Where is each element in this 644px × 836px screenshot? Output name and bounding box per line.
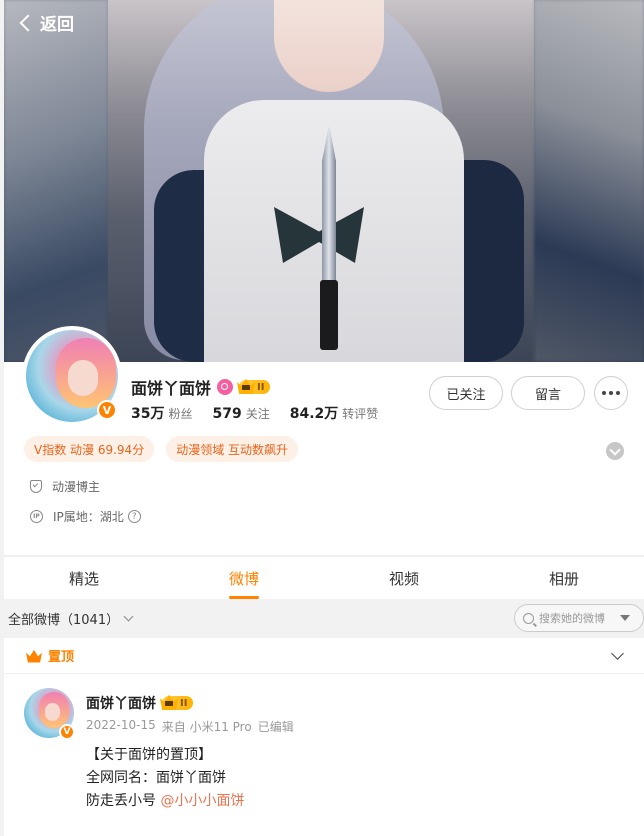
filter-row: 全部微博（1041） [0, 599, 644, 637]
vip-level: II [257, 381, 265, 393]
domain-tag[interactable]: 动漫领域 互动数飙升 [166, 436, 299, 462]
chevron-left-icon [19, 14, 37, 31]
post-body: 【关于面饼的置顶】 全网同名：面饼丫面饼 防走丢小号 @小小小面饼 [86, 744, 244, 813]
expand-profile-icon[interactable] [606, 442, 624, 460]
crown-icon [160, 694, 178, 710]
pinned-post: 置顶 V 面饼丫面饼 II 2022-10-15 来自 小米11 Pro 已编辑… [4, 638, 644, 836]
post-author-row: 面饼丫面饼 II [86, 693, 194, 713]
profile-tabs: 精选 微博 视频 相册 [4, 556, 644, 599]
vip-badge[interactable]: II [237, 378, 271, 394]
pin-crown-icon [26, 649, 42, 663]
ip-icon: IP [30, 510, 43, 523]
post-line: 【关于面饼的置顶】 [86, 747, 212, 763]
back-button[interactable]: 返回 [18, 10, 74, 35]
tab-featured[interactable]: 精选 [4, 557, 164, 599]
post-line-with-mention: 防走丢小号 @小小小面饼 [86, 790, 244, 813]
pinned-label: 置顶 [48, 650, 75, 665]
back-label: 返回 [40, 15, 74, 35]
cover-banner [4, 0, 644, 362]
post-source: 来自 小米11 Pro [161, 720, 252, 734]
post-edited: 已编辑 [257, 720, 294, 734]
profile-name: 面饼丫面饼 [131, 379, 212, 398]
following-label[interactable]: 关注 [246, 405, 270, 422]
fan-badge-icon[interactable] [217, 379, 234, 395]
post-author-name[interactable]: 面饼丫面饼 [86, 693, 156, 713]
chevron-down-icon [123, 611, 134, 621]
post-vip-badge[interactable]: II [160, 694, 194, 710]
crown-icon [237, 378, 256, 394]
tab-album[interactable]: 相册 [484, 557, 644, 599]
tag-row: V指数 动漫 69.94分 动漫领域 互动数飙升 [24, 436, 299, 462]
more-dots-icon [602, 391, 620, 395]
message-button[interactable]: 留言 [511, 376, 585, 410]
shield-icon [30, 480, 42, 493]
post-date[interactable]: 2022-10-15 [86, 718, 156, 735]
all-posts-label: 全部微博（1041） [8, 612, 120, 628]
cover-image-right [534, 0, 644, 362]
interactions-label: 转评赞 [342, 407, 379, 421]
role-label: 动漫博主 [52, 480, 101, 494]
profile-name-row: 面饼丫面饼 II [131, 375, 271, 399]
v-index-tag[interactable]: V指数 动漫 69.94分 [24, 436, 155, 462]
cover-image-left [4, 0, 108, 362]
post-search-input[interactable] [539, 611, 615, 625]
ip-line: IP IP属地：湖北 ? [30, 508, 141, 525]
following-count[interactable]: 579 [213, 406, 242, 422]
role-line: 动漫博主 [30, 478, 100, 495]
verified-badge-icon: V [97, 400, 117, 420]
post-menu-chevron-icon[interactable] [611, 647, 624, 660]
ip-label: IP属地：湖北 [53, 510, 124, 524]
post-vip-level: II [180, 697, 188, 709]
profile-stats: 35万 粉丝 579 关注 84.2万 转评赞 [131, 403, 378, 423]
cover-image-center [108, 0, 534, 362]
pinned-label-group: 置顶 [26, 646, 74, 665]
post-line: 全网同名：面饼丫面饼 [86, 770, 226, 786]
post-verified-badge-icon: V [59, 724, 75, 740]
help-icon[interactable]: ? [127, 510, 141, 523]
tab-video[interactable]: 视频 [324, 557, 484, 599]
interactions-count: 84.2万 [289, 406, 339, 422]
more-button[interactable] [594, 376, 628, 410]
followers-count[interactable]: 35万 [131, 403, 164, 423]
tab-weibo[interactable]: 微博 [164, 557, 324, 599]
post-meta: 2022-10-15 来自 小米11 Pro 已编辑 [86, 718, 294, 735]
profile-card: V 面饼丫面饼 II 35万 粉丝 579 关注 84.2万 转评赞 已关注 留… [4, 326, 644, 555]
followed-button[interactable]: 已关注 [429, 376, 503, 410]
post-search-box [514, 604, 644, 632]
pinned-header: 置顶 [4, 638, 644, 674]
search-dropdown-icon[interactable] [620, 615, 630, 621]
followers-label[interactable]: 粉丝 [168, 405, 192, 422]
post-line: 防走丢小号 [86, 793, 161, 809]
mention-link[interactable]: @小小小面饼 [160, 793, 244, 809]
search-icon [523, 612, 534, 624]
all-posts-dropdown[interactable]: 全部微博（1041） [8, 609, 134, 628]
